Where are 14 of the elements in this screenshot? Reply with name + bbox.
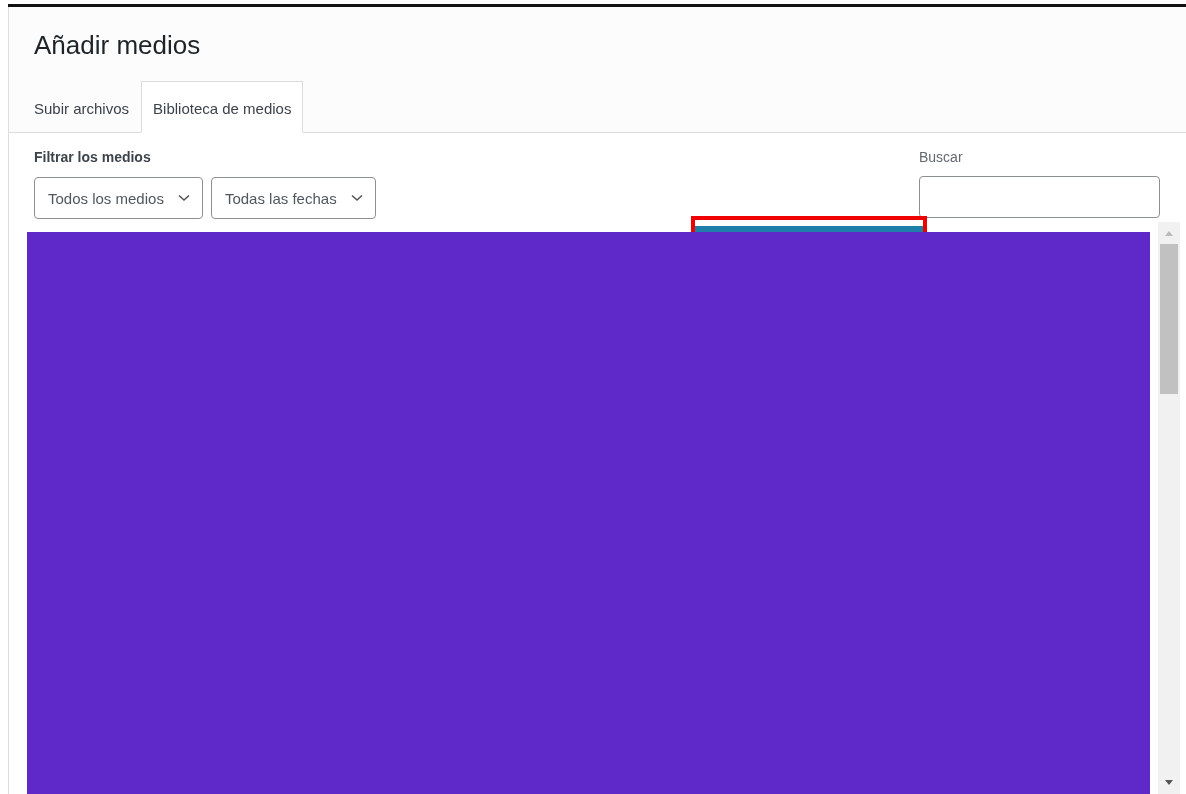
- scrollbar[interactable]: [1158, 222, 1180, 794]
- tab[interactable]: Biblioteca de medios: [141, 81, 304, 133]
- search-label: Buscar: [919, 149, 964, 165]
- scroll-down-icon[interactable]: [1165, 780, 1173, 786]
- scroll-up-icon[interactable]: [1165, 230, 1173, 236]
- tab[interactable]: Subir archivos: [22, 81, 142, 133]
- search-field[interactable]: [919, 176, 1160, 218]
- chevron-down-icon: [177, 194, 190, 202]
- filter-dropdown[interactable]: Todas las fechas: [210, 177, 376, 219]
- chevron-down-icon: [350, 194, 363, 202]
- modal-title: Añadir medios: [34, 29, 202, 61]
- filter-label: Filtrar los medios: [34, 149, 152, 165]
- scrollbar-thumb[interactable]: [1160, 244, 1178, 394]
- filter-dropdown[interactable]: Todos los medios: [34, 177, 203, 219]
